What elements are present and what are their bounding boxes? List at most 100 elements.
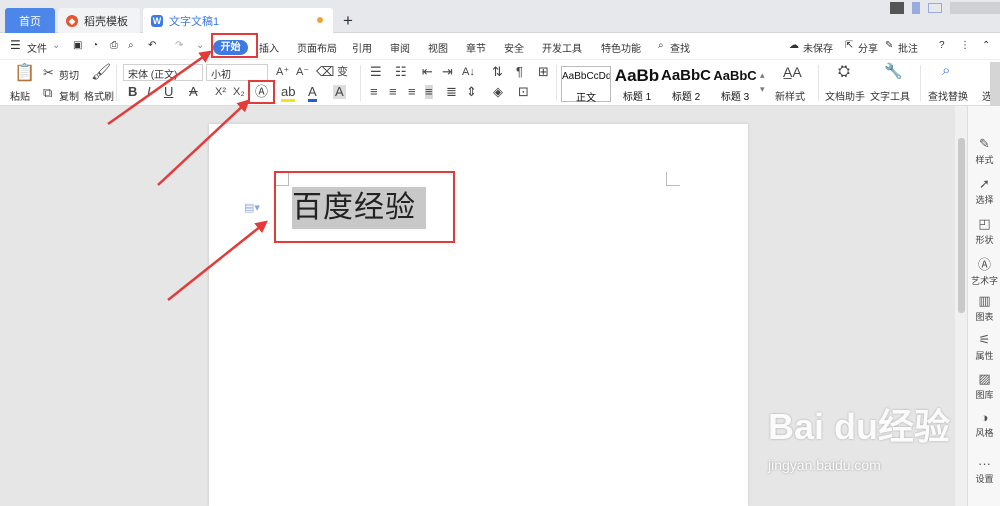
copy-icon[interactable]: ⧉ xyxy=(43,86,52,100)
ribbon-scroll[interactable] xyxy=(990,62,1000,106)
chinese-layout-icon[interactable]: A↓ xyxy=(462,65,475,79)
align-right-icon[interactable]: ≡ xyxy=(408,85,416,99)
highlight-icon[interactable]: ab xyxy=(281,85,296,102)
account-icon[interactable] xyxy=(890,2,904,14)
search-label[interactable]: 查找 xyxy=(670,40,690,55)
restore-icon[interactable] xyxy=(928,3,942,13)
outdent-icon[interactable]: ⇤ xyxy=(422,65,433,79)
tab-special[interactable]: 特色功能 xyxy=(601,40,641,55)
redo-icon[interactable]: ↷ xyxy=(175,40,183,51)
sidebar-item-wordart[interactable]: Ⓐ 艺术字 xyxy=(968,254,1000,287)
line-spacing-icon[interactable]: ⇕ xyxy=(466,85,477,99)
char-shading-icon[interactable]: A xyxy=(333,85,346,99)
preview-icon[interactable]: ⌕ xyxy=(128,40,134,51)
borders-icon[interactable]: ⊡ xyxy=(518,85,529,99)
font-color-icon[interactable]: A xyxy=(308,85,317,102)
indent-icon[interactable]: ⇥ xyxy=(442,65,453,79)
sidebar-item-theme[interactable]: ◑ 风格 xyxy=(968,410,1000,439)
distributed-icon[interactable]: ≣ xyxy=(446,85,457,99)
doc-helper-icon[interactable]: ⛭ xyxy=(838,64,850,79)
file-menu[interactable]: 文件 xyxy=(27,40,47,55)
tab-insert[interactable]: 插入 xyxy=(259,40,279,55)
tab-security[interactable]: 安全 xyxy=(504,40,524,55)
export-icon[interactable]: ◔ xyxy=(92,40,98,51)
search-icon[interactable]: ⌕ xyxy=(658,40,664,51)
strikethrough-icon[interactable]: A xyxy=(189,85,198,99)
tab-review[interactable]: 审阅 xyxy=(390,40,410,55)
subscript-icon[interactable]: X₂ xyxy=(233,85,245,99)
numbered-list-icon[interactable]: ☷ xyxy=(395,65,407,79)
styles-scroll-icon[interactable]: ▴ ▾ xyxy=(760,68,765,96)
tab-chapter[interactable]: 章节 xyxy=(466,40,486,55)
collapse-ribbon-icon[interactable]: ⌃ xyxy=(982,40,990,51)
justify-icon[interactable]: ≡ xyxy=(425,85,433,99)
format-painter-icon[interactable]: 🖌 xyxy=(91,65,111,81)
sidebar-item-gallery[interactable]: ▨ 图库 xyxy=(968,371,1000,401)
font-size-select[interactable]: 小初 xyxy=(206,64,268,81)
align-left-icon[interactable]: ≡ xyxy=(370,85,378,99)
new-style-button[interactable]: 新样式 xyxy=(775,88,805,103)
italic-icon[interactable]: I xyxy=(147,85,151,99)
sidebar-item-settings[interactable]: ··· 设置 xyxy=(968,456,1000,485)
new-tab-button[interactable]: + xyxy=(343,11,353,31)
sidebar-item-properties[interactable]: ⚟ 属性 xyxy=(968,332,1000,362)
font-name-select[interactable]: 宋体 (正文) xyxy=(123,64,203,81)
share-icon[interactable]: ⇱ xyxy=(845,40,853,51)
style-normal[interactable]: AaBbCcDd 正文 xyxy=(561,66,611,104)
save-icon[interactable]: ▣ xyxy=(73,40,82,51)
style-heading-2[interactable]: AaBbC 标题 2 xyxy=(661,66,711,103)
grow-font-icon[interactable]: A⁺ xyxy=(276,65,289,79)
bullet-list-icon[interactable]: ☰ xyxy=(370,65,382,79)
table-icon[interactable]: ⊞ xyxy=(538,65,549,79)
paragraph-handle-icon[interactable]: ▤▾ xyxy=(244,201,260,214)
find-icon[interactable]: ⌕ xyxy=(942,63,950,78)
paste-icon[interactable]: 📋 xyxy=(14,64,35,81)
tab-templates[interactable]: ◆ 稻壳模板 xyxy=(58,8,140,33)
paste-button[interactable]: 粘贴 xyxy=(10,88,30,103)
cloud-icon[interactable]: ☁ xyxy=(789,40,799,51)
share-label[interactable]: 分享 xyxy=(858,40,878,55)
print-icon[interactable]: ⎙ xyxy=(110,40,118,51)
more-icon[interactable]: ⋮ xyxy=(960,40,970,51)
tab-document[interactable]: W 文字文稿1 xyxy=(143,8,333,33)
shading-icon[interactable]: ◈ xyxy=(493,85,503,99)
align-center-icon[interactable]: ≡ xyxy=(389,85,397,99)
format-painter-button[interactable]: 格式刷 xyxy=(84,88,114,103)
eraser-icon[interactable]: ⌫ xyxy=(316,65,334,79)
annotate-label[interactable]: 批注 xyxy=(898,40,918,55)
tab-developer[interactable]: 开发工具 xyxy=(542,40,582,55)
scissors-icon[interactable]: ✂ xyxy=(43,66,54,80)
wrench-icon[interactable]: 🔧 xyxy=(884,64,903,79)
sidebar-item-select[interactable]: ➚ 选择 xyxy=(968,176,1000,206)
cut-button[interactable]: 剪切 xyxy=(59,67,79,82)
doc-helper-button[interactable]: 文档助手 xyxy=(825,88,865,103)
help-icon[interactable]: ? xyxy=(939,40,945,51)
text-tools-button[interactable]: 文字工具 xyxy=(870,88,910,103)
window-buttons[interactable] xyxy=(950,2,1000,14)
tab-view[interactable]: 视图 xyxy=(428,40,448,55)
sidebar-item-chart[interactable]: ▥ 图表 xyxy=(968,293,1000,323)
sort-icon[interactable]: ⇅ xyxy=(492,65,503,79)
tab-references[interactable]: 引用 xyxy=(352,40,372,55)
sidebar-item-style[interactable]: ✎ 样式 xyxy=(968,136,1000,166)
quick-access-chevron-icon[interactable]: ⌄ xyxy=(196,40,204,51)
copy-button[interactable]: 复制 xyxy=(59,88,79,103)
style-heading-1[interactable]: AaBb 标题 1 xyxy=(612,66,662,103)
chevron-down-icon[interactable]: ⌄ xyxy=(52,40,60,51)
new-style-icon[interactable]: A̲A xyxy=(783,65,802,79)
sidebar-item-shape[interactable]: ◰ 形状 xyxy=(968,216,1000,246)
bold-icon[interactable]: B xyxy=(128,85,137,99)
show-marks-icon[interactable]: ¶ xyxy=(516,65,523,79)
superscript-icon[interactable]: X² xyxy=(215,85,226,99)
menu-icon[interactable]: ☰ xyxy=(10,38,21,52)
pinyin-icon[interactable]: 变 xyxy=(337,65,348,79)
scrollbar-thumb[interactable] xyxy=(958,138,965,313)
undo-icon[interactable]: ↶ xyxy=(148,40,156,51)
style-heading-3[interactable]: AaBbC 标题 3 xyxy=(710,66,760,103)
tab-page-layout[interactable]: 页面布局 xyxy=(297,40,337,55)
shrink-font-icon[interactable]: A⁻ xyxy=(296,65,309,79)
unsaved-label[interactable]: 未保存 xyxy=(803,40,833,55)
skin-icon[interactable] xyxy=(912,2,920,14)
find-replace-button[interactable]: 查找替换 xyxy=(928,88,968,103)
annotate-icon[interactable]: ✎ xyxy=(885,40,893,51)
